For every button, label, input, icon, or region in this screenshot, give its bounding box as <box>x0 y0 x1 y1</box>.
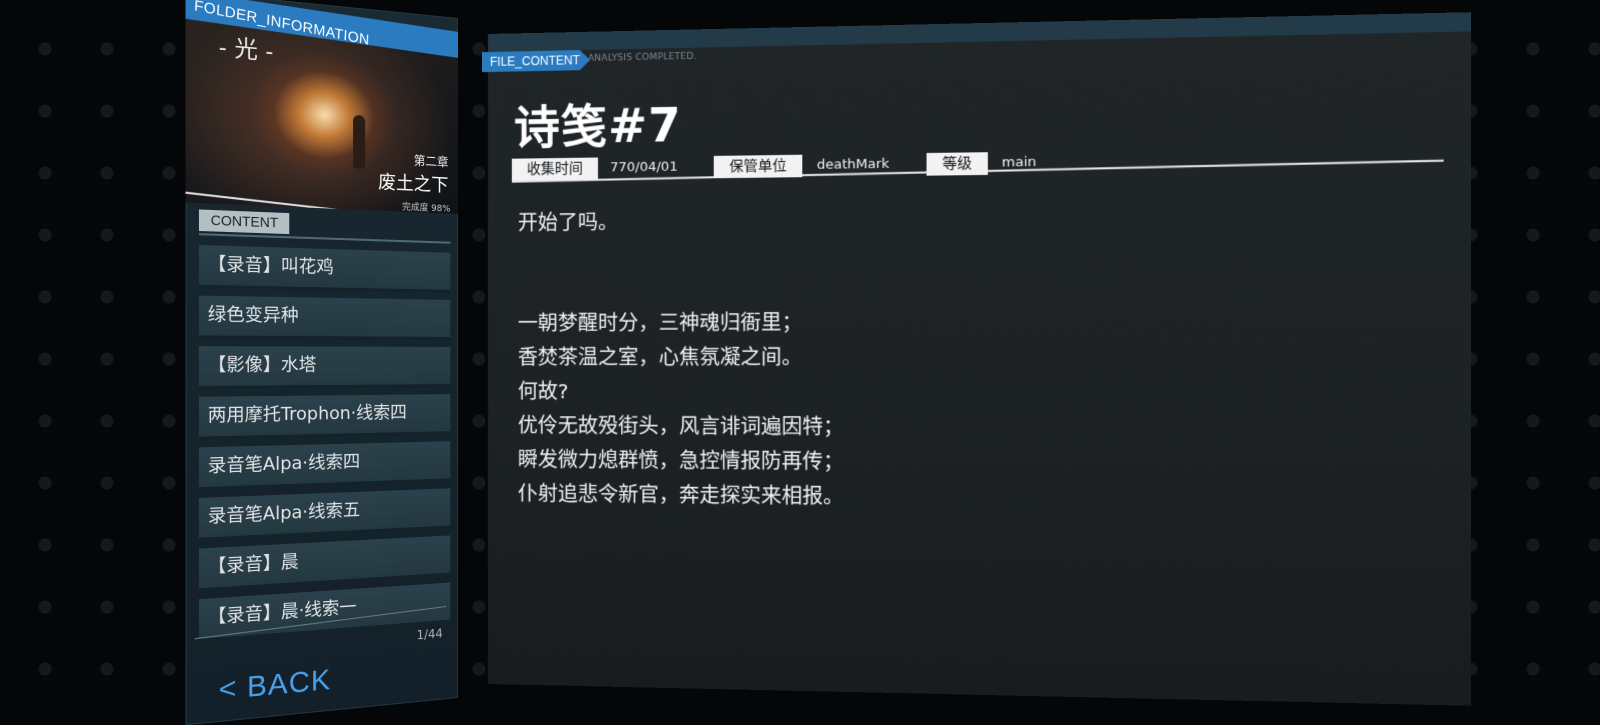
level-value: main <box>1001 154 1037 171</box>
collect-time-label: 收集时间 <box>511 157 598 181</box>
list-item[interactable]: 录音笔Alpa·线索五 <box>198 488 451 542</box>
poem-line: 何故? <box>517 379 569 404</box>
file-content-panel: FILE_CONTENT ANALYSIS COMPLETED. 诗笺#7 收集… <box>482 12 1471 706</box>
list-item[interactable]: 录音笔Alpa·线索四 <box>198 441 451 491</box>
cover-title: - 光 - <box>218 34 274 66</box>
folder-panel: - 光 - 第二章 废土之下 完成度 98% FOLDER_INFORMATIO… <box>185 0 458 725</box>
cover-chapter-name: 废土之下 <box>378 171 449 197</box>
page-counter: 1/44 <box>416 626 443 643</box>
custodian-value: deathMark <box>816 156 890 173</box>
analysis-status: ANALYSIS COMPLETED. <box>587 51 697 65</box>
list-item[interactable]: 【影像】水塔 <box>198 346 451 390</box>
custodian-label: 保管单位 <box>713 154 803 179</box>
file-body-text: 开始了吗。 一朝梦醒时分，三神魂归衙里； 香焚茶温之室，心焦氛凝之间。 何故? … <box>518 197 1383 520</box>
cover-figure-silhouette <box>353 114 366 169</box>
file-title: 诗笺#7 <box>513 97 682 155</box>
content-tab[interactable]: CONTENT <box>198 209 290 235</box>
poem-line: 香焚茶温之室，心焦氛凝之间。 <box>517 344 803 370</box>
poem-line: 一朝梦醒时分，三神魂归衙里； <box>517 309 803 335</box>
file-content-tab: FILE_CONTENT <box>482 50 580 73</box>
list-item[interactable]: 绿色变异种 <box>198 295 451 340</box>
poem-line: 优伶无故殁街头，风言诽词遍因特； <box>517 413 844 439</box>
cover-chapter-number: 第二章 <box>413 153 449 170</box>
level-label: 等级 <box>926 152 988 176</box>
list-item[interactable]: 两用摩托Trophon·线索四 <box>198 394 451 440</box>
completion-progress: 完成度 98% <box>402 202 451 214</box>
collect-time-value: 770/04/01 <box>610 159 678 176</box>
list-item[interactable]: 【录音】叫花鸡 <box>198 244 451 293</box>
clue-list: 【录音】叫花鸡 绿色变异种 【影像】水塔 两用摩托Trophon·线索四 录音笔… <box>198 244 451 650</box>
list-item[interactable]: 【录音】晨 <box>198 535 451 592</box>
